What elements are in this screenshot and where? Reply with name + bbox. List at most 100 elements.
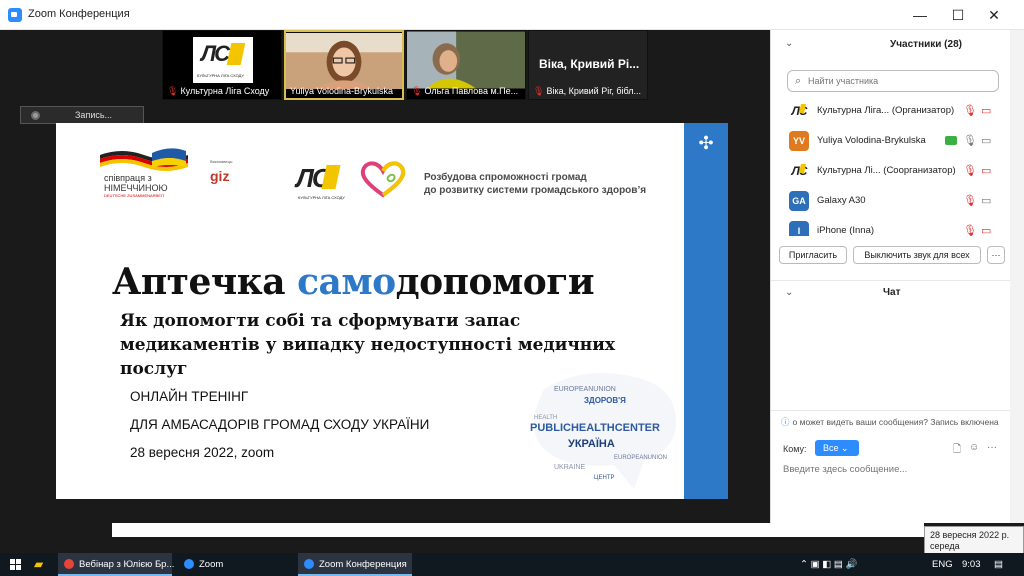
video-thumbnail-strip: ЛС КУЛЬТУРНА ЛІГА СХОДУ 🎙 Культурна Ліга … — [162, 30, 832, 100]
video-thumbnail[interactable]: 🎙 Ольга Павлова м.Пе... — [406, 30, 526, 100]
start-icon[interactable] — [10, 559, 22, 571]
participant-name: Galaxy A30 — [817, 195, 866, 206]
participant-name: 🎙 Віка, Кривий Ріг, бібл... — [533, 86, 642, 96]
culture-league-logo: ЛС КУЛЬТУРНА ЛІГА СХОДУ — [296, 163, 345, 200]
svg-text:ЗДОРОВ'Я: ЗДОРОВ'Я — [584, 396, 626, 405]
giz-logo: Виконавець: giz — [210, 159, 234, 184]
participant-row[interactable]: ЛС Культурна Лі... (Соорганизатор) 🎙 ▭ — [771, 156, 1011, 186]
to-label: Кому: — [783, 444, 807, 454]
participant-video — [286, 32, 402, 90]
minimize-button[interactable]: — — [902, 4, 938, 26]
chat-privacy-note[interactable]: ⓘ о может видеть ваши сообщения? Запись в… — [771, 410, 1011, 430]
avatar: I — [789, 221, 809, 236]
record-icon — [31, 111, 40, 120]
training-info: ОНЛАЙН ТРЕНІНГ ДЛЯ АМБАСАДОРІВ ГРОМАД СХ… — [130, 389, 430, 460]
tray-icons[interactable]: ⌃ ▣ ◧ ▤ 🔊 — [800, 553, 857, 576]
participants-header: ⌄ Участники (28) — [771, 30, 1011, 60]
taskbar-item-browser[interactable]: Вебінар з Юлією Бр... — [58, 553, 174, 576]
mic-muted-icon: 🎙 — [533, 86, 545, 96]
notifications-icon[interactable]: ▤ — [994, 553, 1003, 576]
more-options-button[interactable]: ··· — [987, 246, 1005, 264]
participant-name: Yuliya Volodina-Brykulska — [817, 135, 926, 146]
chat-message-input[interactable] — [783, 462, 999, 476]
svg-text:УКРАЇНА: УКРАЇНА — [568, 437, 615, 450]
search-input[interactable] — [808, 74, 988, 88]
participant-video — [407, 31, 525, 89]
screen-share-icon — [945, 136, 957, 145]
svg-text:UKRAINE: UKRAINE — [554, 464, 585, 471]
mic-muted-icon: 🎙 — [963, 165, 977, 177]
title-bar: Zoom Конференция — ☐ ✕ — [0, 0, 1024, 30]
participant-name: iPhone (Inna) — [817, 225, 875, 236]
organization-logo: ЛС КУЛЬТУРНА ЛІГА СХОДУ — [193, 37, 253, 83]
more-icon[interactable]: ··· — [987, 442, 997, 453]
svg-text:ЦЕНТР: ЦЕНТР — [594, 475, 614, 481]
video-off-icon: ▭ — [981, 105, 992, 117]
background-window — [112, 523, 924, 537]
svg-text:EUROPEANUNION: EUROPEANUNION — [554, 386, 616, 393]
mic-muted-icon: 🎙 — [963, 195, 977, 207]
svg-text:EUROPEANUNION: EUROPEANUNION — [614, 455, 667, 461]
video-off-icon: ▭ — [981, 225, 992, 236]
participant-row[interactable]: I iPhone (Inna) 🎙 ▭ — [771, 216, 1011, 236]
avatar: ЛС — [789, 101, 809, 121]
svg-text:HEALTH: HEALTH — [534, 415, 557, 421]
participant-search[interactable]: ⌕ — [787, 70, 999, 92]
info-icon: ⓘ — [781, 417, 790, 427]
file-explorer-icon[interactable]: ▰ — [34, 553, 50, 576]
participant-row[interactable]: GA Galaxy A30 🎙 ▭ — [771, 186, 1011, 216]
svg-text:PUBLICHEALTHCENTER: PUBLICHEALTHCENTER — [530, 422, 660, 434]
participant-row[interactable]: YV Yuliya Volodina-Brykulska 🎙 ▭ — [771, 126, 1011, 156]
participant-name: Культурна Ліга... (Организатор) — [817, 105, 955, 116]
avatar: YV — [789, 131, 809, 151]
participant-row[interactable]: ЛС Культурна Ліга... (Организатор) 🎙 ▭ — [771, 96, 1011, 126]
chrome-icon — [64, 559, 74, 570]
scrollbar[interactable] — [1010, 30, 1024, 523]
taskbar: ▰ Вебінар з Юлією Бр... Zoom Zoom Конфер… — [0, 553, 1024, 576]
chat-recipient-row: Кому: Все ⌄ 🗋 ☺ ··· — [783, 440, 1003, 458]
cross-logo-icon: ✣ — [698, 133, 714, 153]
file-icon[interactable]: 🗋 — [953, 442, 961, 459]
mic-muted-icon: 🎙 — [963, 105, 977, 117]
video-icon: ▭ — [981, 135, 992, 147]
mic-muted-icon: 🎙 — [411, 86, 423, 96]
video-off-icon: ▭ — [981, 165, 992, 177]
avatar: GA — [789, 191, 809, 211]
search-icon: ⌕ — [795, 75, 802, 87]
participant-name: Yuliya Volodina-Brykulska — [290, 86, 394, 96]
date-tooltip: 28 вересня 2022 р. середа — [924, 526, 1024, 554]
taskbar-item-zoom[interactable]: Zoom — [178, 553, 292, 576]
recording-indicator[interactable]: Запись... — [20, 106, 144, 124]
slide-title: Аптечка самодопомоги — [112, 261, 595, 303]
recording-label: Запись... — [75, 110, 113, 120]
close-button[interactable]: ✕ — [976, 4, 1012, 26]
participant-name: Культурна Лі... (Соорганизатор) — [817, 165, 956, 176]
mic-muted-icon: 🎙 — [167, 86, 179, 96]
participant-name: 🎙 Культурна Ліга Сходу — [167, 86, 270, 96]
clock[interactable]: 9:03 — [962, 553, 981, 576]
participant-name: 🎙 Ольга Павлова м.Пе... — [411, 86, 519, 96]
window-title: Zoom Конференция — [28, 8, 130, 20]
emoji-icon[interactable]: ☺ — [969, 442, 979, 453]
zoom-icon — [184, 559, 194, 570]
invite-button[interactable]: Пригласить — [779, 246, 847, 264]
mute-all-button[interactable]: Выключить звук для всех — [853, 246, 981, 264]
maximize-button[interactable]: ☐ — [940, 4, 976, 26]
video-thumbnail[interactable]: Yuliya Volodina-Brykulska — [284, 30, 404, 100]
right-panel: ⌄ Участники (28) ⌕ ЛС Культурна Ліга... … — [770, 30, 1011, 523]
language-indicator[interactable]: ENG — [932, 553, 953, 576]
mic-muted-icon: 🎙 — [963, 225, 977, 236]
recipient-select[interactable]: Все ⌄ — [815, 440, 859, 456]
shared-screen-slide: співпраця з НІМЕЧЧИНОЮ DEUTSCHE ZUSAMMENA… — [56, 123, 728, 499]
chevron-down-icon[interactable]: ⌄ — [785, 287, 793, 298]
heart-logo-icon — [360, 161, 406, 198]
participants-list: ЛС Культурна Ліга... (Организатор) 🎙 ▭ Y… — [771, 96, 1011, 236]
zoom-window: Zoom Конференция — ☐ ✕ ЛС КУЛЬТУРНА ЛІГА… — [0, 0, 1024, 553]
zoom-app-icon — [8, 8, 22, 22]
video-thumbnail[interactable]: Віка, Кривий Рі... 🎙 Віка, Кривий Ріг, бі… — [528, 30, 648, 100]
participant-display-name: Віка, Кривий Рі... — [539, 57, 640, 71]
germany-cooperation-logo: співпраця з НІМЕЧЧИНОЮ DEUTSCHE ZUSAMMENA… — [100, 147, 188, 198]
video-thumbnail[interactable]: ЛС КУЛЬТУРНА ЛІГА СХОДУ 🎙 Культурна Ліга … — [162, 30, 282, 100]
participants-title: Участники (28) — [890, 39, 962, 50]
taskbar-item-zoom-meeting[interactable]: Zoom Конференция — [298, 553, 412, 576]
